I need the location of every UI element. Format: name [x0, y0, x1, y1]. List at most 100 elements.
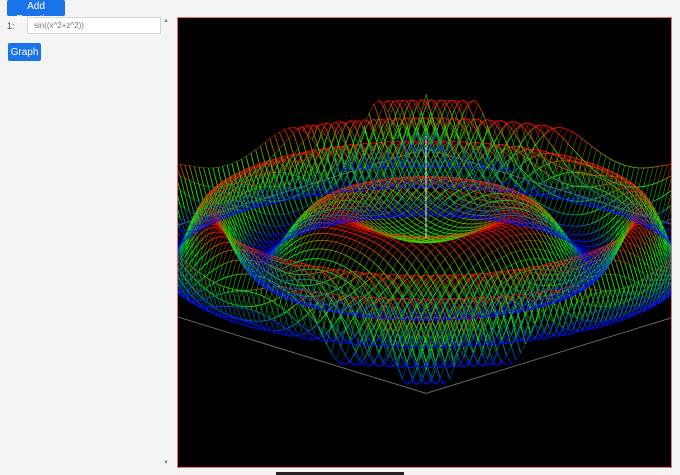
surface-segment	[539, 249, 545, 260]
surface-segment	[491, 235, 498, 241]
surface-segment	[359, 242, 365, 246]
surface-segment	[302, 288, 308, 291]
surface-segment	[411, 264, 417, 272]
surface-segment	[515, 209, 521, 212]
surface-plot[interactable]	[26, 18, 680, 467]
surface-segment	[491, 251, 498, 261]
surface-segment	[600, 291, 607, 309]
surface-segment	[387, 263, 394, 270]
surface-segment	[492, 228, 498, 231]
surface-segment	[193, 166, 200, 185]
surface-segment	[340, 235, 346, 238]
surface-segment	[302, 141, 309, 160]
surface-segment	[520, 241, 526, 250]
surface-segment	[520, 233, 526, 241]
surface-segment	[340, 252, 346, 256]
surface-segment	[411, 226, 417, 231]
surface-segment	[231, 225, 238, 238]
scroll-down-arrow-icon[interactable]: ▼	[163, 460, 169, 466]
surface-segment	[250, 309, 256, 312]
surface-segment	[416, 247, 422, 253]
equation-row: 1:	[7, 17, 164, 36]
surface-segment	[510, 235, 517, 243]
surface-segment	[411, 231, 417, 235]
surface-segment	[387, 251, 394, 257]
equation-index: 1:	[7, 21, 15, 31]
surface-segment	[406, 258, 413, 266]
surface-segment	[331, 352, 337, 361]
surface-segment	[439, 377, 446, 385]
surface-segment	[463, 218, 469, 220]
surface-segment	[421, 221, 427, 226]
surface-segment	[524, 249, 531, 260]
surface-segment	[321, 258, 327, 261]
surface-segment	[350, 257, 356, 261]
surface-segment	[227, 316, 233, 318]
surface-segment	[321, 248, 327, 250]
surface-segment	[378, 266, 384, 273]
surface-segment	[482, 258, 488, 268]
surface-segment	[619, 260, 626, 278]
surface-segment	[397, 365, 403, 379]
surface-segment	[269, 241, 275, 246]
surface-segment	[326, 249, 332, 251]
surface-segment	[534, 233, 540, 242]
surface-segment	[354, 249, 361, 253]
surface-segment	[259, 145, 266, 164]
surface-segment	[264, 142, 271, 160]
surface-segment	[525, 240, 531, 250]
surface-segment	[369, 234, 375, 237]
surface-segment	[629, 230, 635, 233]
surface-segment	[619, 249, 626, 263]
equation-input[interactable]	[27, 17, 161, 34]
surface-segment	[472, 244, 479, 252]
surface-segment	[269, 225, 275, 236]
surface-segment	[402, 229, 408, 234]
surface-segment	[463, 251, 469, 260]
surface-segment	[416, 257, 422, 265]
add-equation-button[interactable]: Add Equation	[7, 0, 65, 25]
surface-segment	[435, 229, 441, 233]
surface-segment	[444, 217, 450, 221]
surface-segment	[359, 235, 365, 239]
surface-segment	[288, 138, 294, 156]
graph-canvas[interactable]	[26, 17, 680, 468]
surface-segment	[283, 214, 290, 226]
surface-segment	[496, 350, 503, 363]
surface-segment	[449, 219, 455, 222]
surface-segment	[278, 214, 285, 226]
surface-segment	[553, 325, 559, 336]
surface-segment	[340, 346, 346, 356]
surface-segment	[274, 134, 280, 149]
surface-segment	[477, 262, 484, 273]
surface-segment	[345, 226, 351, 229]
surface-segment	[378, 244, 384, 249]
graph-button[interactable]: Graph	[8, 43, 41, 61]
scroll-up-arrow-icon[interactable]: ▲	[163, 18, 169, 24]
surface-segment	[231, 274, 237, 276]
surface-segment	[368, 239, 375, 243]
surface-segment	[501, 238, 507, 246]
surface-segment	[383, 247, 389, 252]
surface-segment	[364, 232, 370, 236]
surface-segment	[359, 251, 365, 256]
surface-segment	[454, 241, 460, 247]
surface-segment	[595, 293, 602, 310]
surface-segment	[288, 306, 294, 311]
surface-segment	[269, 234, 275, 242]
surface-segment	[335, 251, 341, 254]
surface-segment	[449, 253, 455, 262]
surface-segment	[269, 214, 276, 227]
surface-segment	[222, 236, 228, 238]
surface-segment	[397, 241, 403, 246]
surface-segment	[302, 258, 308, 261]
surface-segment	[184, 164, 190, 181]
surface-segment	[416, 229, 422, 233]
surface-segment	[278, 131, 285, 144]
surface-segment	[279, 234, 285, 240]
surface-segment	[264, 213, 271, 227]
surface-segment	[213, 227, 218, 229]
surface-segment	[378, 254, 384, 260]
surface-segment	[350, 246, 356, 250]
surface-segment	[331, 233, 337, 236]
